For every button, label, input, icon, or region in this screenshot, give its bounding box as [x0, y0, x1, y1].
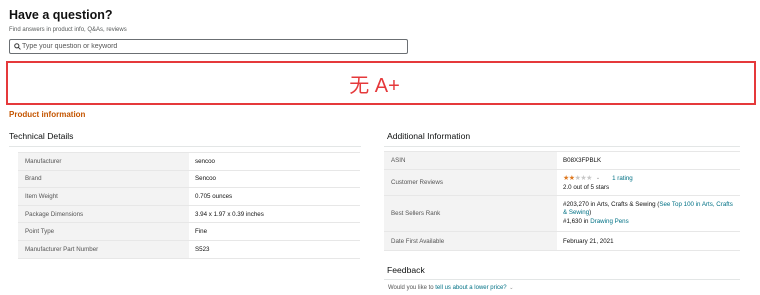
best-sellers-rank-key: Best Sellers Rank	[384, 195, 557, 232]
table-row: ASIN B08X3FPBLK	[384, 151, 740, 170]
table-row: Customer Reviews ★ ★ ★ ★ ★ ⌄ 1 rating 2.0 ou…	[384, 169, 740, 196]
spec-value: 0.705 ounces	[189, 187, 360, 206]
search-icon	[14, 43, 21, 50]
chevron-down-icon[interactable]: ⌄	[509, 285, 513, 291]
table-row: Brand Sencoo	[18, 169, 360, 188]
question-search-box[interactable]	[9, 39, 408, 54]
feedback-question-text: Would you like to	[388, 285, 436, 291]
best-sellers-rank-value: #203,270 in Arts, Crafts & Sewing (See T…	[557, 195, 740, 232]
chevron-down-icon[interactable]: ⌄	[596, 175, 600, 181]
table-row: Point Type Fine	[18, 222, 360, 241]
asin-key: ASIN	[384, 151, 557, 170]
lower-price-link[interactable]: tell us about a lower price?	[435, 285, 506, 291]
additional-information-heading: Additional Information	[387, 131, 471, 141]
technical-details-table: Manufacturer sencoo Brand Sencoo Item Weig…	[18, 152, 360, 259]
bsr-line1-close: )	[589, 209, 592, 217]
spec-key: Brand	[18, 169, 189, 188]
bsr-line2-text: #1,630 in	[563, 217, 591, 225]
qa-subtitle: Find answers in product info, Q&As, revi…	[9, 27, 127, 33]
spec-key: Item Weight	[18, 187, 189, 206]
table-row: Date First Available February 21, 2021	[384, 231, 740, 251]
spec-value: Fine	[189, 222, 360, 241]
qa-title: Have a question?	[9, 8, 113, 22]
asin-value: B08X3FPBLK	[557, 151, 740, 170]
table-row: Manufacturer sencoo	[18, 152, 360, 171]
feedback-question: Would you like to tell us about a lower …	[388, 285, 514, 291]
question-search-input[interactable]	[21, 40, 392, 53]
spec-value: Sencoo	[189, 169, 360, 188]
aplus-placeholder-box: 无 A+	[6, 61, 756, 105]
product-information-title: Product information	[9, 110, 86, 119]
rating-text: 2.0 out of 5 stars	[563, 184, 610, 191]
rating-count-link[interactable]: 1 rating	[612, 175, 633, 182]
spec-value: 3.94 x 1.97 x 0.39 inches	[189, 204, 360, 223]
date-first-available-value: February 21, 2021	[557, 231, 740, 251]
spec-key: Manufacturer	[18, 152, 189, 171]
feedback-heading: Feedback	[387, 265, 425, 275]
spec-key: Package Dimensions	[18, 204, 189, 223]
table-row: Manufacturer Part Number S523	[18, 239, 360, 259]
spec-value: sencoo	[189, 152, 360, 171]
additional-information-divider	[384, 146, 740, 147]
technical-details-heading: Technical Details	[9, 131, 74, 141]
table-row: Package Dimensions 3.94 x 1.97 x 0.39 inc…	[18, 204, 360, 223]
table-row: Best Sellers Rank #203,270 in Arts, Craf…	[384, 195, 740, 232]
spec-value: S523	[189, 239, 360, 259]
feedback-divider	[384, 279, 740, 280]
spec-key: Manufacturer Part Number	[18, 239, 189, 259]
star-empty-icon: ★	[586, 175, 592, 182]
customer-reviews-value: ★ ★ ★ ★ ★ ⌄ 1 rating 2.0 out of 5 stars	[557, 169, 740, 196]
date-first-available-key: Date First Available	[384, 231, 557, 251]
drawing-pens-link[interactable]: Drawing Pens	[590, 218, 629, 225]
table-row: Item Weight 0.705 ounces	[18, 187, 360, 206]
additional-information-table: ASIN B08X3FPBLK Customer Reviews ★ ★ ★ ★ ★ ⌄…	[384, 151, 740, 251]
bsr-line1-text: #203,270 in Arts, Crafts & Sewing (	[563, 200, 660, 208]
spec-key: Point Type	[18, 222, 189, 241]
star-rating[interactable]: ★ ★ ★ ★ ★	[563, 174, 592, 182]
aplus-placeholder-text: 无 A+	[349, 74, 400, 97]
technical-details-divider	[9, 146, 361, 147]
customer-reviews-key: Customer Reviews	[384, 169, 557, 196]
